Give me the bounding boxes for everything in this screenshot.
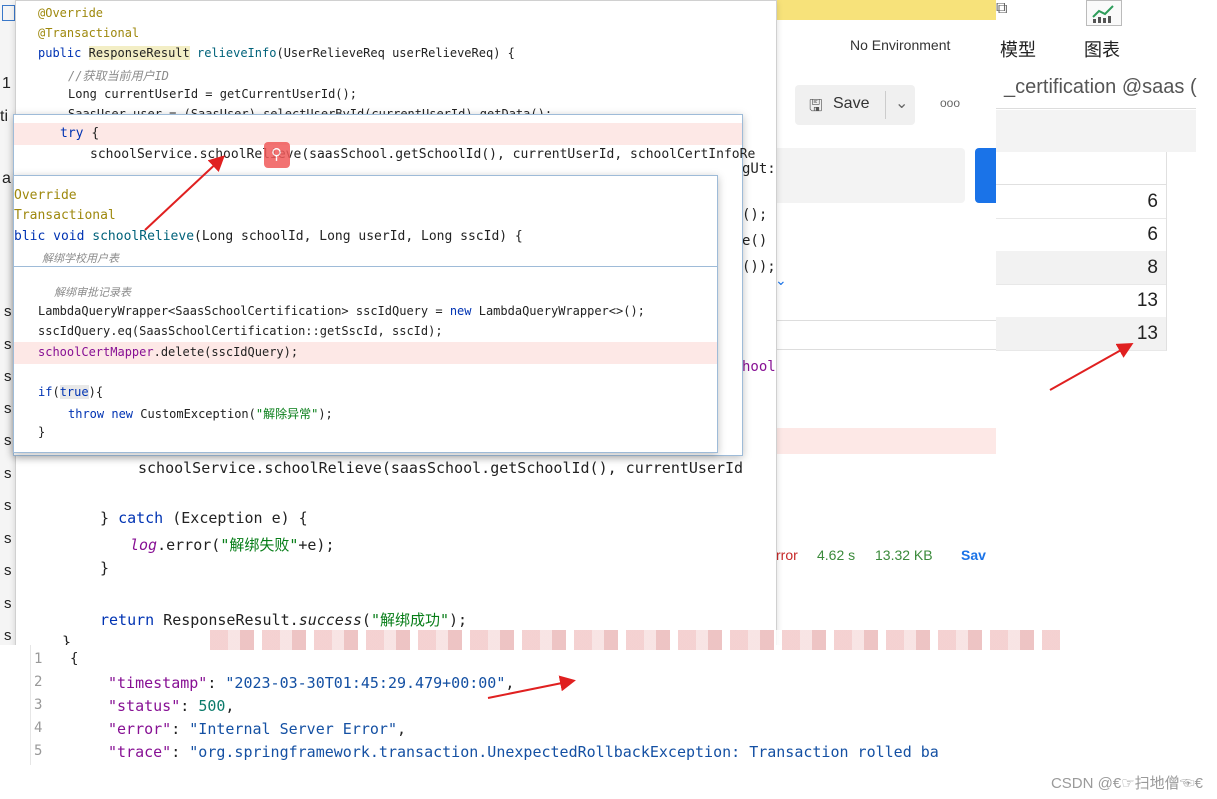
red-arrow — [487, 675, 576, 699]
red-arrow — [1049, 343, 1134, 391]
annotation-arrows — [144, 155, 1134, 699]
watermark: CSDN @€☞扫地僧☜€ — [1050, 775, 1203, 792]
red-arrow — [144, 155, 225, 231]
